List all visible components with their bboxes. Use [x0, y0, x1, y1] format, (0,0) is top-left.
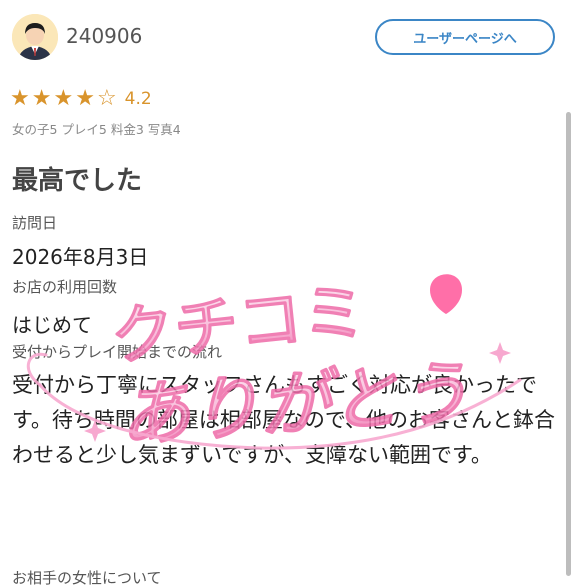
flow-label: 受付からプレイ開始までの流れ	[12, 343, 223, 361]
heart-icon	[430, 274, 462, 314]
star-empty-icon: ☆	[96, 86, 117, 111]
user-page-button[interactable]: ユーザーページへ	[375, 19, 555, 55]
sub-scores: 女の子5 プレイ5 料金3 写真4	[12, 122, 181, 137]
user-avatar-icon	[12, 14, 58, 60]
star-filled-icon: ★	[53, 86, 74, 111]
star-filled-icon: ★	[75, 86, 95, 111]
usage-count-value: はじめて	[12, 313, 92, 337]
username[interactable]: 240906	[66, 24, 142, 48]
usage-count-label: お店の利用回数	[12, 278, 118, 296]
next-section-label: お相手の女性について	[12, 569, 162, 587]
rating-value: 4.2	[124, 89, 152, 109]
review-title: 最高でした	[12, 166, 143, 196]
scrollbar[interactable]	[566, 112, 571, 576]
star-filled-icon: ★	[10, 86, 30, 111]
star-filled-icon: ★	[31, 86, 52, 111]
visit-date-value: 2026年8月3日	[12, 245, 149, 269]
visit-date-label: 訪問日	[12, 214, 58, 232]
flow-text: 受付から丁寧にスタッフさんもすごく対応が良かったです。待ち時間の部屋は相部屋なの…	[12, 373, 556, 467]
rating-stars: ★ ★ ★ ★ ☆ 4.2	[10, 88, 152, 110]
avatar[interactable]	[12, 14, 58, 60]
